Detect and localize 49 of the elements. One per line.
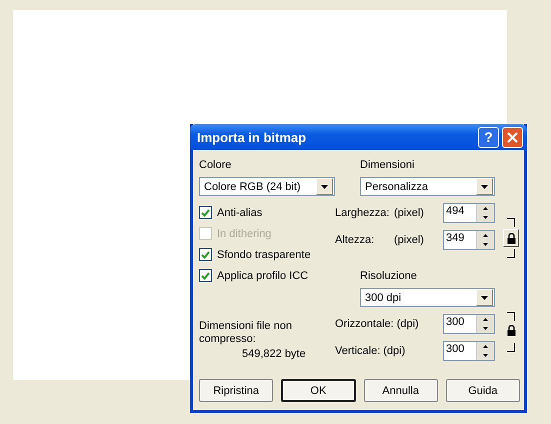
spin-arrows-icon[interactable] [476,315,494,333]
dialog-button[interactable]: OK [281,379,356,402]
lock-button[interactable] [503,229,519,247]
bracket-line [507,343,515,352]
size-dropdown[interactable]: Personalizza [360,177,495,196]
unit-label: (pixel) [394,207,425,219]
help-button[interactable]: ? [478,126,499,148]
bracket-line [507,312,515,321]
dialog-button[interactable]: Annulla [364,379,438,402]
checkbox[interactable] [199,206,212,219]
checkbox[interactable] [199,248,212,261]
spin-arrows-icon[interactable] [476,342,494,360]
spin-arrows-icon[interactable] [476,204,494,222]
checkbox-label: Applica profilo ICC [217,270,308,282]
spin-field[interactable]: 300 [443,314,495,334]
unit-label: (dpi) [396,318,420,330]
spin-arrows-icon[interactable] [476,231,494,249]
spin-field[interactable]: 300 [443,341,495,361]
spin-field[interactable]: 349 [443,230,495,250]
checkbox[interactable] [199,269,212,282]
section-label: Risoluzione [360,269,418,283]
resolution-dropdown[interactable]: 300 dpi [360,288,495,307]
checkbox-label: In dithering [217,228,272,240]
field-label: Larghezza: [335,207,390,219]
file-size-label: Dimensioni file non compresso: [199,320,293,346]
field-label: Orizzontale: [335,318,394,330]
close-icon [507,132,518,142]
bracket-line [507,249,515,258]
checkbox-label: Anti-alias [217,206,262,218]
field-label: Altezza: [335,234,376,246]
bracket-line [507,218,515,227]
checkbox-label: Sfondo trasparente [217,248,311,260]
field-label: Verticale: [335,345,380,357]
dropdown-arrow-icon [481,184,488,188]
dropdown-arrow-icon [481,296,488,300]
lock-icon [506,232,516,244]
dropdown-arrow-icon [321,184,328,188]
spin-field[interactable]: 494 [443,203,495,223]
color-dropdown[interactable]: Colore RGB (24 bit) [199,177,335,196]
section-label: Colore [199,158,232,172]
file-size-value: 549,822 byte [242,348,307,360]
close-button[interactable] [502,126,523,148]
lock-icon [506,325,516,336]
dialog-button[interactable]: Ripristina [199,379,274,402]
window-title: Importa in bitmap [197,130,308,144]
section-label: Dimensioni [360,158,416,172]
unit-label: (pixel) [394,234,425,246]
unit-label: (dpi) [383,345,406,357]
dialog-button[interactable]: Guida [446,379,520,402]
